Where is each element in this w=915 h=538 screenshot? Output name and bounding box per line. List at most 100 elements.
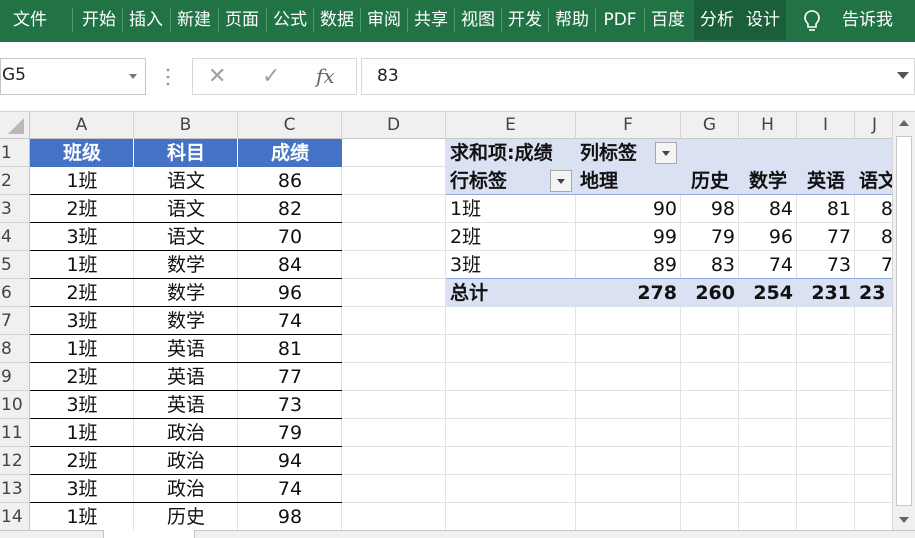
row-header[interactable]: 13: [0, 475, 30, 503]
table-cell[interactable]: 1班: [30, 335, 134, 363]
pivot-total-cell[interactable]: 23: [855, 279, 892, 307]
pivot-total-cell[interactable]: 254: [739, 279, 797, 307]
table-cell[interactable]: 79: [238, 419, 342, 447]
tab-design[interactable]: 设计: [740, 0, 786, 40]
column-header-c[interactable]: C: [238, 112, 342, 139]
tab-developer[interactable]: 开发: [504, 0, 546, 40]
row-header[interactable]: 9: [0, 363, 30, 391]
table-cell[interactable]: 98: [238, 503, 342, 531]
table-cell[interactable]: 政治: [134, 475, 238, 503]
table-cell[interactable]: 77: [238, 363, 342, 391]
pivot-col-header[interactable]: 历史: [681, 167, 739, 195]
scroll-up-icon[interactable]: [899, 120, 909, 126]
table-cell[interactable]: 2班: [30, 195, 134, 223]
pivot-column-filter-button[interactable]: [655, 142, 677, 164]
pivot-value-label[interactable]: 求和项:成绩: [446, 139, 586, 167]
tab-pdf[interactable]: PDF: [598, 0, 642, 40]
table-cell[interactable]: 英语: [134, 335, 238, 363]
row-header[interactable]: 11: [0, 419, 30, 447]
name-box[interactable]: G5: [0, 58, 146, 95]
table-cell[interactable]: 84: [238, 251, 342, 279]
column-header-d[interactable]: D: [342, 112, 446, 139]
table-cell[interactable]: 政治: [134, 419, 238, 447]
pivot-cell[interactable]: 96: [739, 223, 797, 251]
row-header[interactable]: 1: [0, 139, 30, 167]
table-cell[interactable]: 数学: [134, 307, 238, 335]
pivot-cell[interactable]: 98: [681, 195, 739, 223]
table-cell[interactable]: 70: [238, 223, 342, 251]
pivot-cell[interactable]: 8: [855, 223, 892, 251]
table-cell[interactable]: 81: [238, 335, 342, 363]
tab-file[interactable]: 文件: [0, 0, 60, 40]
worksheet-grid[interactable]: A B C D E F G H I J 1 2 3 4 5 6 7 8 9 10…: [0, 112, 915, 538]
table-cell[interactable]: 1班: [30, 167, 134, 195]
tab-analyze[interactable]: 分析: [694, 0, 740, 40]
pivot-total-cell[interactable]: 260: [681, 279, 739, 307]
table-header-cell[interactable]: 科目: [134, 139, 238, 167]
pivot-total-label[interactable]: 总计: [446, 279, 576, 307]
pivot-cell[interactable]: 79: [681, 223, 739, 251]
table-cell[interactable]: 73: [238, 391, 342, 419]
pivot-total-cell[interactable]: 278: [576, 279, 681, 307]
tab-data[interactable]: 数据: [316, 0, 358, 40]
table-cell[interactable]: 数学: [134, 251, 238, 279]
formula-input[interactable]: 83: [361, 58, 915, 95]
column-header-a[interactable]: A: [30, 112, 134, 139]
insert-function-icon[interactable]: fx: [316, 64, 335, 88]
vertical-scrollbar[interactable]: [892, 112, 915, 538]
pivot-col-header[interactable]: 数学: [739, 167, 797, 195]
pivot-row-header[interactable]: 2班: [446, 223, 576, 251]
expand-formula-bar-icon[interactable]: [897, 72, 909, 79]
column-header-f[interactable]: F: [576, 112, 681, 139]
pivot-cell[interactable]: 74: [739, 251, 797, 279]
row-header[interactable]: 7: [0, 307, 30, 335]
pivot-cell[interactable]: 73: [797, 251, 855, 279]
cancel-icon[interactable]: ✕: [208, 66, 226, 88]
row-header[interactable]: 3: [0, 195, 30, 223]
table-cell[interactable]: 82: [238, 195, 342, 223]
column-header-b[interactable]: B: [134, 112, 238, 139]
table-cell[interactable]: 语文: [134, 195, 238, 223]
tell-me-search[interactable]: 告诉我: [842, 0, 893, 40]
row-header[interactable]: 6: [0, 279, 30, 307]
tab-review[interactable]: 审阅: [363, 0, 405, 40]
tab-page-layout[interactable]: 页面: [221, 0, 263, 40]
table-cell[interactable]: 3班: [30, 307, 134, 335]
table-cell[interactable]: 3班: [30, 391, 134, 419]
scroll-down-icon[interactable]: [899, 517, 909, 523]
cell-area[interactable]: 班级 科目 成绩 1班 语文 86 2班 语文 82 3班 语文 70 1班 数…: [30, 139, 892, 538]
row-header[interactable]: 4: [0, 223, 30, 251]
tab-home[interactable]: 开始: [78, 0, 120, 40]
table-header-cell[interactable]: 成绩: [238, 139, 342, 167]
column-header-j[interactable]: J: [855, 112, 895, 139]
table-cell[interactable]: 74: [238, 307, 342, 335]
table-cell[interactable]: 1班: [30, 503, 134, 531]
pivot-col-header[interactable]: 地理: [576, 167, 681, 195]
check-icon[interactable]: ✓: [262, 66, 280, 88]
pivot-cell[interactable]: 8: [855, 195, 892, 223]
pivot-cell[interactable]: 83: [681, 251, 739, 279]
table-cell[interactable]: 96: [238, 279, 342, 307]
row-header[interactable]: 5: [0, 251, 30, 279]
column-header-h[interactable]: H: [739, 112, 797, 139]
row-header[interactable]: 14: [0, 503, 30, 531]
pivot-row-header[interactable]: 3班: [446, 251, 576, 279]
pivot-row-filter-button[interactable]: [550, 170, 572, 192]
scrollbar-thumb[interactable]: [896, 136, 912, 506]
table-cell[interactable]: 英语: [134, 391, 238, 419]
lightbulb-icon[interactable]: [800, 9, 824, 33]
column-header-e[interactable]: E: [446, 112, 576, 139]
tab-help[interactable]: 帮助: [551, 0, 593, 40]
pivot-total-cell[interactable]: 231: [797, 279, 855, 307]
column-header-g[interactable]: G: [681, 112, 739, 139]
pivot-row-label[interactable]: 行标签: [446, 167, 556, 195]
table-cell[interactable]: 86: [238, 167, 342, 195]
pivot-cell[interactable]: 7: [855, 251, 892, 279]
table-cell[interactable]: 2班: [30, 279, 134, 307]
table-cell[interactable]: 2班: [30, 447, 134, 475]
table-cell[interactable]: 3班: [30, 223, 134, 251]
tab-share[interactable]: 共享: [410, 0, 452, 40]
pivot-col-header[interactable]: 语文: [855, 167, 892, 195]
pivot-cell[interactable]: 99: [576, 223, 681, 251]
column-header-i[interactable]: I: [797, 112, 855, 139]
